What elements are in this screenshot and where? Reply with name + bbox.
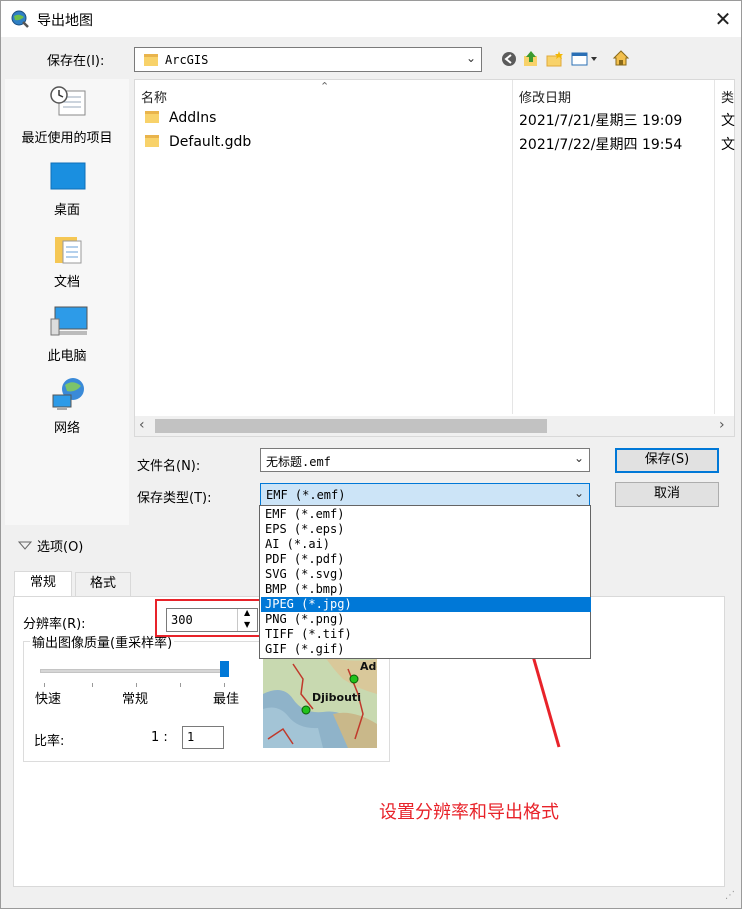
slider-tick — [180, 683, 181, 687]
recent-places-icon — [49, 85, 87, 123]
place-label: 最近使用的项目 — [21, 131, 113, 146]
filetype-option[interactable]: AI (*.ai) — [264, 537, 588, 552]
list-item[interactable]: AddIns 2021/7/21/星期三 19:09 文 — [139, 110, 735, 132]
slider-tick — [92, 683, 93, 687]
filetype-value: EMF (*.emf) — [266, 488, 346, 502]
ratio-input[interactable]: 1 — [182, 726, 224, 749]
annotation-text: 设置分辨率和导出格式 — [379, 802, 559, 823]
options-toggle[interactable]: 选项(O) — [37, 536, 83, 555]
new-folder-icon[interactable] — [546, 50, 564, 68]
place-documents[interactable]: 文档 — [5, 231, 129, 293]
arcgis-globe-icon — [10, 9, 30, 29]
place-recent[interactable]: 最近使用的项目 — [5, 83, 129, 146]
filename-label: 文件名(N): — [137, 459, 201, 474]
file-type: 文 — [721, 137, 735, 153]
filetype-option-highlighted[interactable]: JPEG (*.jpg) — [261, 597, 591, 612]
filename-value: 无标题.emf — [266, 455, 331, 469]
scroll-right-icon[interactable]: › — [719, 417, 725, 433]
documents-icon — [53, 233, 85, 269]
scroll-left-icon[interactable]: ‹ — [139, 417, 145, 433]
file-date: 2021/7/22/星期四 19:54 — [519, 137, 683, 153]
filetype-option[interactable]: BMP (*.bmp) — [264, 582, 588, 597]
filetype-option[interactable]: SVG (*.svg) — [264, 567, 588, 582]
filetype-label: 保存类型(T): — [137, 491, 212, 506]
ratio-label: 比率: — [34, 734, 65, 749]
filetype-option[interactable]: TIFF (*.tif) — [264, 627, 588, 642]
options-collapse-icon[interactable] — [17, 539, 33, 551]
resize-grip-icon[interactable]: ⋰ — [725, 890, 735, 901]
this-pc-icon — [49, 305, 89, 343]
sort-up-icon: ⌃ — [320, 80, 330, 93]
file-name: Default.gdb — [169, 134, 252, 150]
window-title: 导出地图 — [37, 13, 93, 29]
home-icon[interactable] — [612, 49, 630, 67]
preview-label-add: Add — [360, 660, 377, 673]
view-menu-icon[interactable] — [571, 51, 599, 67]
slider-label-best: 最佳 — [213, 692, 240, 707]
ratio-value: 1 — [187, 730, 195, 744]
file-name: AddIns — [169, 110, 217, 126]
save-in-label: 保存在(I): — [47, 54, 105, 69]
quality-group: 输出图像质量(重采样率) 快速 常规 最佳 比率: 1 : 1 Djibouti… — [23, 632, 390, 762]
ratio-prefix: 1 : — [151, 730, 168, 745]
file-type: 文 — [721, 113, 735, 129]
folder-icon — [145, 135, 159, 147]
slider-label-normal: 常规 — [122, 692, 149, 707]
chevron-down-icon: ⌄ — [574, 486, 585, 500]
column-name-header[interactable]: 名称 — [141, 87, 167, 106]
file-list: 名称 ⌃ 修改日期 类 AddIns 2021/7/21/星期三 19:09 文… — [134, 79, 735, 437]
chevron-down-icon: ⌄ — [466, 51, 477, 65]
slider-tick — [136, 683, 137, 687]
desktop-icon — [49, 161, 87, 197]
slider-label-fast: 快速 — [35, 692, 62, 707]
list-item[interactable]: Default.gdb 2021/7/22/星期四 19:54 文 — [139, 134, 735, 156]
filetype-dropdown-list: EMF (*.emf) EPS (*.eps) AI (*.ai) PDF (*… — [259, 505, 591, 659]
place-label: 此电脑 — [47, 349, 87, 364]
network-icon — [51, 377, 89, 415]
file-date: 2021/7/21/星期三 19:09 — [519, 113, 683, 129]
cancel-button[interactable]: 取消 — [615, 482, 719, 507]
place-label: 桌面 — [53, 203, 80, 218]
save-in-dropdown[interactable]: ArcGIS ⌄ — [134, 47, 482, 72]
title-bar: 导出地图 ✕ — [1, 1, 741, 37]
tab-format[interactable]: 格式 — [75, 572, 131, 596]
back-icon[interactable] — [501, 51, 517, 67]
slider-tick — [224, 683, 225, 687]
preview-label-djibouti: Djibouti — [312, 691, 361, 704]
export-map-dialog: 导出地图 ✕ 保存在(I): ArcGIS ⌄ 最近使用的项目 桌面 文档 此电… — [0, 0, 742, 909]
slider-tick — [44, 683, 45, 687]
map-preview: Djibouti Add — [263, 654, 377, 748]
place-label: 文档 — [53, 275, 80, 290]
save-button[interactable]: 保存(S) — [615, 448, 719, 473]
place-desktop[interactable]: 桌面 — [5, 159, 129, 221]
horizontal-scrollbar[interactable]: ‹ › — [135, 416, 734, 436]
column-date-header[interactable]: 修改日期 — [519, 87, 571, 106]
resolution-label: 分辨率(R): — [23, 617, 86, 632]
place-network[interactable]: 网络 — [5, 375, 129, 437]
filetype-select[interactable]: EMF (*.emf) ⌄ — [260, 483, 590, 507]
filetype-option[interactable]: EMF (*.emf) — [264, 507, 588, 522]
chevron-down-icon: ⌄ — [574, 451, 585, 465]
place-label: 网络 — [53, 421, 80, 436]
quality-slider-thumb[interactable] — [220, 661, 229, 677]
close-icon[interactable]: ✕ — [708, 5, 738, 33]
filetype-option[interactable]: GIF (*.gif) — [264, 642, 588, 657]
column-type-header[interactable]: 类 — [721, 87, 734, 106]
scrollbar-thumb[interactable] — [155, 419, 547, 433]
resolution-highlight-box — [155, 599, 261, 637]
folder-icon — [144, 54, 158, 66]
place-this-pc[interactable]: 此电脑 — [5, 303, 129, 365]
filename-input[interactable]: 无标题.emf ⌄ — [260, 448, 590, 472]
up-folder-icon[interactable] — [522, 50, 540, 68]
filetype-option[interactable]: PNG (*.png) — [264, 612, 588, 627]
save-in-value: ArcGIS — [165, 53, 209, 67]
places-bar: 最近使用的项目 桌面 文档 此电脑 网络 — [5, 79, 129, 525]
quality-group-title: 输出图像质量(重采样率) — [30, 632, 175, 651]
filetype-option[interactable]: EPS (*.eps) — [264, 522, 588, 537]
folder-icon — [145, 111, 159, 123]
tab-general[interactable]: 常规 — [14, 571, 72, 597]
filetype-option[interactable]: PDF (*.pdf) — [264, 552, 588, 567]
quality-slider-track[interactable] — [40, 669, 228, 673]
